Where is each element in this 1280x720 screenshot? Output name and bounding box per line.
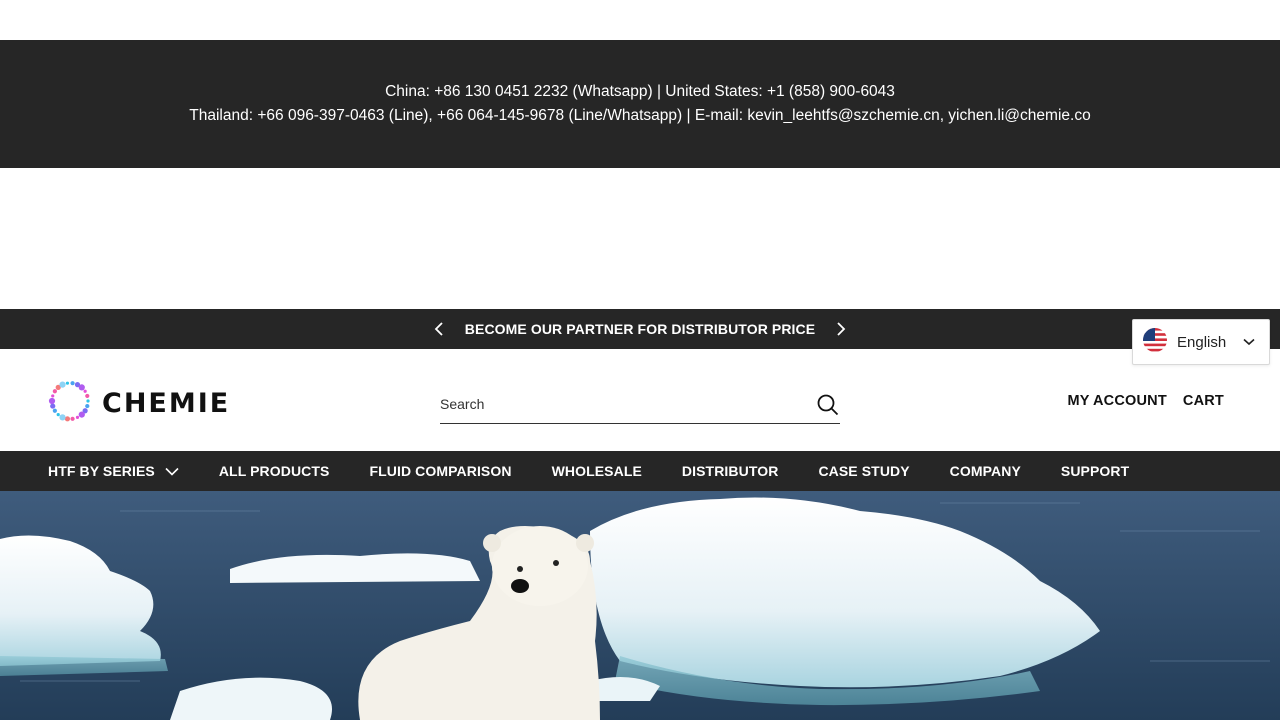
logo-dot — [51, 394, 55, 398]
chevron-down-icon — [1243, 333, 1255, 351]
nav-item-htf-by-series[interactable]: HTF BY SERIES — [48, 463, 179, 479]
contact-line-1: China: +86 130 0451 2232 (Whatsapp) | Un… — [385, 83, 895, 100]
chevron-down-icon — [165, 463, 179, 479]
search-bar — [440, 387, 840, 424]
logo-dot — [52, 408, 57, 413]
nav-item-support[interactable]: SUPPORT — [1061, 463, 1129, 479]
logo-dot — [56, 413, 60, 417]
nav-item-label: HTF BY SERIES — [48, 463, 155, 479]
nav-item-company[interactable]: COMPANY — [950, 463, 1021, 479]
my-account-link[interactable]: MY ACCOUNT — [1067, 393, 1166, 409]
us-flag-icon — [1143, 327, 1167, 357]
language-label: English — [1177, 333, 1227, 351]
chevron-right-icon[interactable] — [833, 321, 849, 337]
main-nav: HTF BY SERIES ALL PRODUCTS FLUID COMPARI… — [0, 451, 1280, 491]
nav-item-fluid-comparison[interactable]: FLUID COMPARISON — [369, 463, 511, 479]
announcement-text[interactable]: BECOME OUR PARTNER FOR DISTRIBUTOR PRICE — [465, 321, 815, 337]
site-header: CHEMIE MY ACCOUNT CART — [0, 349, 1280, 451]
language-selector[interactable]: English — [1132, 319, 1270, 365]
contact-bar: China: +86 130 0451 2232 (Whatsapp) | Un… — [0, 40, 1280, 168]
logo-dot — [52, 389, 57, 394]
logo-dot — [50, 403, 56, 409]
logo-mark-icon — [48, 379, 92, 428]
logo-dot — [59, 414, 66, 421]
hero-image — [0, 491, 1280, 720]
logo-dot — [70, 381, 75, 386]
logo-dot — [65, 381, 70, 385]
logo-text: CHEMIE — [102, 388, 231, 419]
logo-dot — [85, 393, 90, 399]
logo-dot — [64, 416, 71, 422]
logo-dot — [59, 381, 66, 388]
contact-line-2: Thailand: +66 096-397-0463 (Line), +66 0… — [189, 107, 1091, 124]
account-links: MY ACCOUNT CART — [1067, 393, 1224, 409]
nav-item-distributor[interactable]: DISTRIBUTOR — [682, 463, 779, 479]
announcement-bar: BECOME OUR PARTNER FOR DISTRIBUTOR PRICE — [0, 309, 1280, 349]
logo-dot — [78, 384, 85, 391]
logo-dot — [83, 389, 87, 393]
logo-dot — [85, 403, 90, 409]
chevron-left-icon[interactable] — [431, 321, 447, 337]
cart-link[interactable]: CART — [1183, 393, 1224, 409]
search-icon[interactable] — [816, 393, 840, 417]
logo-dot — [70, 416, 75, 421]
hero-illustration — [0, 491, 1280, 720]
nav-item-wholesale[interactable]: WHOLESALE — [552, 463, 642, 479]
logo[interactable]: CHEMIE — [48, 379, 230, 428]
logo-dot — [48, 397, 56, 405]
nav-item-case-study[interactable]: CASE STUDY — [818, 463, 909, 479]
logo-dot — [86, 399, 90, 403]
logo-dot — [75, 415, 80, 419]
search-input[interactable] — [440, 396, 816, 414]
nav-item-all-products[interactable]: ALL PRODUCTS — [219, 463, 330, 479]
logo-dot — [78, 411, 85, 418]
